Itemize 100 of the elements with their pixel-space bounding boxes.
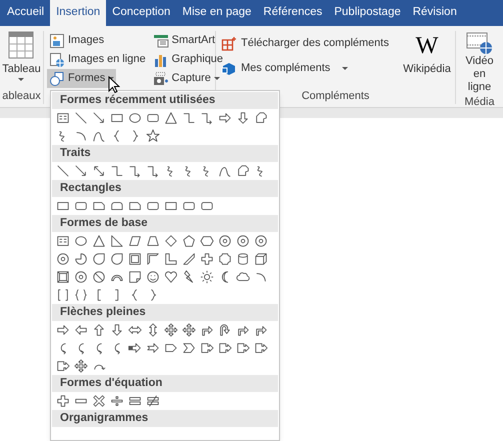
table-button[interactable]: Tableau — [2, 31, 41, 88]
rect-icon — [164, 199, 178, 213]
half-frame-icon — [146, 252, 160, 266]
notched-arrow-icon — [146, 341, 160, 355]
heart-icon — [164, 270, 178, 284]
caret-icon — [342, 66, 348, 70]
wikipedia-logo: W — [416, 32, 438, 61]
multiply-icon — [92, 394, 106, 408]
cloud-icon — [236, 270, 250, 284]
arrow-line-icon — [92, 111, 106, 125]
section-header: Formes de base — [52, 215, 278, 232]
u-turn-arrow-icon — [218, 323, 232, 337]
double-bracket-icon — [56, 288, 70, 302]
up-down-arrow-icon — [146, 323, 160, 337]
parallelogram-icon — [128, 234, 142, 248]
caret-icon — [18, 78, 24, 82]
ribbon-button[interactable]: SmartArt — [150, 31, 218, 50]
folded-corner-icon — [128, 270, 142, 284]
ribbon-tab[interactable]: Mise en page — [176, 0, 258, 26]
callout-arrow-icon — [200, 341, 214, 355]
shape-button[interactable] — [72, 357, 90, 375]
round-top-rect-icon — [110, 199, 124, 213]
ring-icon — [56, 252, 70, 266]
callout-arrow-icon — [218, 341, 232, 355]
film-globe-icon — [466, 31, 494, 55]
equal-icon — [128, 394, 142, 408]
teardrop-icon — [92, 252, 106, 266]
plaque-icon — [218, 252, 232, 266]
ring-icon — [254, 234, 268, 248]
down-arrow-icon — [236, 111, 250, 125]
curve-icon — [92, 129, 106, 143]
diamond-icon — [164, 234, 178, 248]
left-right-arrow-icon — [128, 323, 142, 337]
quad-arrow-icon — [74, 359, 88, 373]
section-header: Rectangles — [52, 180, 278, 197]
elbow-arrow-icon — [128, 164, 142, 178]
ring-icon — [74, 270, 88, 284]
rect-icon — [56, 199, 70, 213]
plus-icon — [56, 394, 70, 408]
snip-rect-icon — [128, 199, 142, 213]
smiley-icon — [146, 270, 160, 284]
shape-button[interactable] — [198, 268, 216, 286]
double-arrow-line-icon — [92, 164, 106, 178]
rect-icon — [110, 111, 124, 125]
cube-icon — [254, 252, 268, 266]
picture-frame-icon — [49, 32, 65, 48]
ribbon-button[interactable]: Images en ligne — [47, 50, 148, 69]
pie-icon — [74, 252, 88, 266]
addin-cube-icon — [221, 60, 237, 76]
smartart-icon — [152, 32, 169, 48]
divide-icon — [110, 394, 124, 408]
online-video-button[interactable]: Vidéo en ligne — [460, 31, 498, 94]
diagonal-stripe-icon — [182, 252, 196, 266]
wikipedia-button[interactable]: W Wikipédia — [399, 31, 455, 88]
caret-icon — [214, 76, 220, 80]
trapezoid-icon — [146, 234, 160, 248]
up-arrow-icon — [92, 323, 106, 337]
sun-icon — [200, 270, 214, 284]
right-arrow-icon — [218, 111, 232, 125]
striped-arrow-icon — [128, 341, 142, 355]
chevron-icon — [182, 341, 196, 355]
triangle-icon — [164, 111, 178, 125]
triangle-icon — [92, 234, 106, 248]
elbow-arrow-icon — [200, 111, 214, 125]
frame-icon — [128, 252, 142, 266]
grid-plus-icon — [221, 36, 237, 52]
arc-icon — [254, 270, 268, 284]
ribbon-tab[interactable]: Accueil — [1, 0, 50, 26]
curve-icon — [218, 164, 232, 178]
callout-arrow-icon — [254, 341, 268, 355]
ribbon-tab[interactable]: Références — [257, 0, 328, 26]
shapes-icon — [49, 70, 65, 86]
ribbon-button[interactable]: Télécharger des compléments — [221, 34, 389, 53]
table-icon — [8, 31, 34, 59]
ribbon-button[interactable]: Formes — [47, 69, 116, 88]
elbow-icon — [182, 111, 196, 125]
shape-button[interactable] — [162, 321, 180, 339]
elbow-arrow-icon — [146, 164, 160, 178]
ribbon-tab[interactable]: Conception — [106, 0, 176, 26]
group-label: ableaux — [2, 88, 41, 104]
no-symbol-icon — [92, 270, 106, 284]
double-brace-icon — [74, 288, 88, 302]
text-box-icon — [56, 234, 70, 248]
plus-icon — [200, 252, 214, 266]
rounded-rect-icon — [74, 199, 88, 213]
ribbon-tab[interactable]: Publipostage — [328, 0, 407, 26]
pentagon-icon — [182, 234, 196, 248]
ribbon-button[interactable]: Capture — [150, 69, 222, 88]
ribbon-tab[interactable]: Révision — [406, 0, 463, 26]
teardrop-icon — [110, 252, 124, 266]
quad-arrow-icon — [182, 323, 196, 337]
section-header: Formes récemment utilisées — [52, 92, 278, 109]
right-arrow-icon — [56, 323, 70, 337]
right-triangle-icon — [110, 234, 124, 248]
ring-icon — [236, 234, 250, 248]
ribbon-button[interactable]: Images — [47, 31, 106, 50]
rounded-rect-icon — [182, 199, 196, 213]
ribbon-tab[interactable]: Insertion — [50, 0, 106, 26]
line-icon — [56, 164, 70, 178]
shape-button[interactable] — [180, 321, 198, 339]
